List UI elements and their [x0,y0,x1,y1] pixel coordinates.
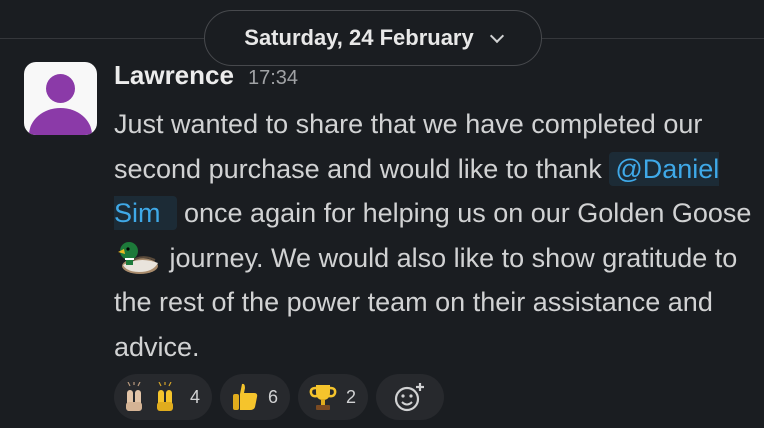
reaction-count: 2 [346,386,357,407]
avatar[interactable] [24,62,97,135]
message-body: Just wanted to share that we have comple… [114,102,754,369]
date-label: Saturday, 24 February [244,25,474,50]
avatar-head [46,74,75,103]
date-divider-button[interactable]: Saturday, 24 February [204,10,542,66]
reaction-trophy[interactable]: 2 [298,374,369,420]
reaction-count: 6 [268,386,279,407]
chevron-down-icon [489,28,504,43]
reaction-raising-hands[interactable]: 4 [114,374,213,420]
raising-hands-icon [126,382,173,411]
add-emoji-icon [394,383,425,412]
add-reaction-button[interactable] [376,374,445,420]
message-text-part2: once again for helping us on our Golden … [176,198,752,228]
reactions-bar: 4 6 2 [114,374,445,420]
avatar-shoulders [29,108,92,135]
trophy-icon [309,385,337,410]
message-header: Lawrence 17:34 [114,60,298,91]
thumbs-up-icon [233,383,258,410]
author-name[interactable]: Lawrence [114,60,234,91]
reaction-count: 4 [190,386,201,407]
duck-icon [118,241,158,274]
message-timestamp[interactable]: 17:34 [248,67,298,90]
reaction-thumbs-up[interactable]: 6 [220,374,291,420]
message-text-part3: journey. We would also like to show grat… [114,242,738,362]
